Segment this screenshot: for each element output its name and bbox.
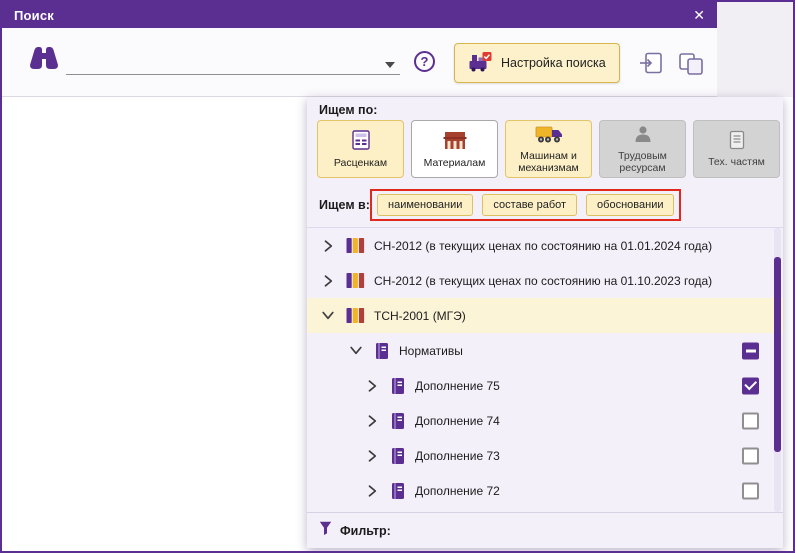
chevron-right-icon[interactable] xyxy=(365,485,379,497)
search-by-label: Ищем по: xyxy=(319,103,377,117)
category-label: Расценкам xyxy=(334,157,387,169)
binoculars-icon xyxy=(26,44,62,77)
chevron-down-icon[interactable] xyxy=(321,311,335,320)
chevron-down-icon[interactable] xyxy=(349,346,363,355)
search-in-document-button[interactable] xyxy=(632,49,670,81)
document-icon xyxy=(728,130,746,153)
person-icon xyxy=(633,124,653,147)
category-label: Машинам и механизмам xyxy=(508,150,589,174)
category-label: Трудовым ресурсам xyxy=(602,150,683,174)
chevron-right-icon[interactable] xyxy=(321,275,335,287)
checkbox-unchecked[interactable] xyxy=(742,447,759,464)
search-input[interactable] xyxy=(66,56,385,74)
book-icon xyxy=(390,412,406,430)
database-icon xyxy=(346,307,365,324)
category-label: Материалам xyxy=(424,157,486,169)
tree-item-label: Нормативы xyxy=(399,344,463,358)
tree-item-label: Дополнение 72 xyxy=(415,484,500,498)
category-labor-button[interactable]: Трудовым ресурсам xyxy=(599,120,686,178)
database-tree: СН-2012 (в текущих ценах по состоянию на… xyxy=(307,228,783,508)
help-button[interactable]: ? xyxy=(414,51,435,72)
search-new-window-button[interactable] xyxy=(672,49,710,81)
tree-item-label: Дополнение 73 xyxy=(415,449,500,463)
database-icon xyxy=(346,237,365,254)
search-in-label: Ищем в: xyxy=(319,198,370,212)
checkbox-checked[interactable] xyxy=(742,377,759,394)
tree-row[interactable]: СН-2012 (в текущих ценах по состоянию на… xyxy=(307,228,783,263)
tree-row[interactable]: Дополнение 75 xyxy=(307,368,783,403)
search-in-name-button[interactable]: наименовании xyxy=(377,194,473,216)
tree-row[interactable]: СН-2012 (в текущих ценах по состоянию на… xyxy=(307,263,783,298)
search-in-works-button[interactable]: составе работ xyxy=(482,194,577,216)
rates-table-icon xyxy=(350,129,372,154)
truck-icon xyxy=(535,124,563,147)
book-icon xyxy=(390,482,406,500)
search-combo xyxy=(66,46,400,75)
close-icon[interactable]: ✕ xyxy=(693,8,705,22)
chevron-right-icon[interactable] xyxy=(365,380,379,392)
background-area xyxy=(717,2,793,97)
book-icon xyxy=(374,342,390,360)
chevron-right-icon[interactable] xyxy=(365,415,379,427)
category-rates-button[interactable]: Расценкам xyxy=(317,120,404,178)
tree-item-label: СН-2012 (в текущих ценах по состоянию на… xyxy=(374,239,712,253)
search-dialog: Поиск ✕ ? xyxy=(0,0,795,553)
tree-item-label: СН-2012 (в текущих ценах по состоянию на… xyxy=(374,274,712,288)
category-label: Тех. частям xyxy=(708,156,765,168)
search-in-justification-button[interactable]: обосновании xyxy=(586,194,674,216)
book-icon xyxy=(390,377,406,395)
filter-funnel-icon xyxy=(319,521,332,540)
tree-row-selected[interactable]: ТСН-2001 (МГЭ) xyxy=(307,298,783,333)
category-machines-button[interactable]: Машинам и механизмам xyxy=(505,120,592,178)
tree-row[interactable]: Дополнение 73 xyxy=(307,438,783,473)
database-icon xyxy=(346,272,365,289)
chevron-right-icon[interactable] xyxy=(365,450,379,462)
annotation-red-box: наименовании составе работ обосновании xyxy=(370,189,681,221)
category-materials-button[interactable]: Материалам xyxy=(411,120,498,178)
dropdown-arrow-icon[interactable] xyxy=(385,62,400,74)
tree-item-label: ТСН-2001 (МГЭ) xyxy=(374,309,466,323)
filter-label: Фильтр: xyxy=(340,524,391,538)
search-settings-button[interactable]: Настройка поиска xyxy=(454,43,620,83)
tree-item-label: Дополнение 75 xyxy=(415,379,500,393)
category-buttons: Расценкам Материалам xyxy=(317,120,780,178)
search-toolbar: ? Настройка поиска xyxy=(2,28,717,97)
overlapping-windows-icon xyxy=(677,51,705,80)
category-tech-parts-button[interactable]: Тех. частям xyxy=(693,120,780,178)
scrollbar-thumb[interactable] xyxy=(774,257,781,452)
machine-check-icon xyxy=(468,51,492,76)
book-icon xyxy=(390,447,406,465)
checkbox-unchecked[interactable] xyxy=(742,412,759,429)
tree-row[interactable]: Дополнение 72 xyxy=(307,473,783,508)
tree-row[interactable]: Нормативы xyxy=(307,333,783,368)
building-icon xyxy=(442,129,468,154)
document-return-arrow-icon xyxy=(637,51,665,80)
chevron-right-icon[interactable] xyxy=(321,240,335,252)
tree-item-label: Дополнение 74 xyxy=(415,414,500,428)
filter-bar[interactable]: Фильтр: xyxy=(307,512,783,548)
titlebar: Поиск ✕ xyxy=(2,2,717,28)
search-options-panel: Ищем по: Расценкам xyxy=(307,97,783,548)
checkbox-unchecked[interactable] xyxy=(742,482,759,499)
checkbox-indeterminate[interactable] xyxy=(742,342,759,359)
search-settings-label: Настройка поиска xyxy=(501,56,606,70)
window-title: Поиск xyxy=(14,8,54,23)
tree-row[interactable]: Дополнение 74 xyxy=(307,403,783,438)
